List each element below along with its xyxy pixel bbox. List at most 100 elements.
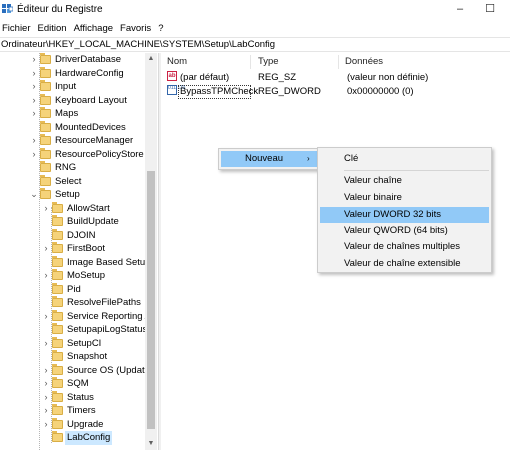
menu-item-label: Valeur binaire xyxy=(344,192,402,203)
tree-item-label: ResourcePolicyStore xyxy=(55,148,144,160)
tree-item-source-os[interactable]: › Source OS (Update xyxy=(0,363,150,378)
tree-item-labconfig[interactable]: LabConfig xyxy=(0,431,146,445)
expand-arrow-icon[interactable]: › xyxy=(42,310,50,324)
column-separator[interactable] xyxy=(250,55,251,69)
maximize-button[interactable]: ☐ xyxy=(480,1,500,17)
column-header-name[interactable]: Nom xyxy=(167,55,187,69)
expand-arrow-icon[interactable]: › xyxy=(30,53,38,67)
expand-arrow-icon[interactable]: › xyxy=(42,202,50,216)
tree-item-mosetup[interactable]: › MoSetup xyxy=(0,269,146,283)
tree-item-firstboot[interactable]: › FirstBoot xyxy=(0,242,146,256)
tree-item-resourcemanager[interactable]: › ResourceManager xyxy=(0,134,146,148)
tree-item-sqm[interactable]: › SQM xyxy=(0,377,146,391)
tree-scrollbar[interactable]: ▲ ▼ xyxy=(145,53,157,450)
tree-item-resourcepolicystore[interactable]: › ResourcePolicyStore xyxy=(0,147,146,162)
tree-item-pid[interactable]: Pid xyxy=(0,282,146,297)
expand-arrow-icon[interactable]: › xyxy=(30,134,38,148)
value-name: (par défaut) xyxy=(180,72,230,83)
tree-item-snapshot[interactable]: Snapshot xyxy=(0,350,146,364)
tree-item-label: Status xyxy=(67,391,94,403)
folder-icon xyxy=(40,107,51,118)
menu-edition[interactable]: Edition xyxy=(36,21,72,36)
tree-item-service-reporting[interactable]: › Service Reporting A xyxy=(0,309,151,324)
value-type: REG_SZ xyxy=(258,72,297,83)
tree-item-resolvefilepaths[interactable]: ResolveFilePaths xyxy=(0,296,146,310)
menu-help[interactable]: ? xyxy=(156,21,168,36)
folder-icon xyxy=(40,134,51,145)
menu-item-valeur-chaine-extensible[interactable]: Valeur de chaîne extensible xyxy=(318,256,491,272)
tree-item-timers[interactable]: › Timers xyxy=(0,404,146,418)
expand-arrow-icon[interactable]: › xyxy=(42,391,50,405)
expand-arrow-icon[interactable]: › xyxy=(30,148,38,162)
folder-icon xyxy=(52,377,63,388)
menu-item-label: Valeur de chaîne extensible xyxy=(344,258,461,269)
expand-arrow-icon[interactable]: › xyxy=(42,269,50,283)
menu-item-cle[interactable]: Clé xyxy=(318,151,491,167)
tree-item-image-based-setup[interactable]: Image Based Setup xyxy=(0,255,150,270)
tree-item-driverdatabase[interactable]: › DriverDatabase xyxy=(0,53,146,67)
menu-item-valeur-chaines-multiples[interactable]: Valeur de chaînes multiples xyxy=(318,239,491,255)
expand-arrow-icon[interactable]: › xyxy=(30,67,38,81)
tree-item-label: Maps xyxy=(55,108,79,119)
menu-item-label: Valeur de chaînes multiples xyxy=(344,241,460,252)
minimize-button[interactable]: – xyxy=(450,1,470,17)
expand-arrow-icon[interactable]: › xyxy=(42,337,50,351)
menu-affichage[interactable]: Affichage xyxy=(72,21,118,36)
tree-item-label: Setup xyxy=(55,189,80,200)
menu-separator xyxy=(344,170,489,171)
tree-item-status[interactable]: › Status xyxy=(0,390,146,405)
menu-item-label: Valeur DWORD 32 bits xyxy=(344,209,441,220)
tree-item-upgrade[interactable]: › Upgrade xyxy=(0,417,146,432)
folder-icon xyxy=(52,296,63,307)
folder-icon xyxy=(40,53,51,64)
folder-icon xyxy=(52,431,63,442)
tree-item-label: AllowStart xyxy=(67,202,110,214)
tree-item-select[interactable]: Select xyxy=(0,174,146,189)
column-separator[interactable] xyxy=(338,55,339,69)
expand-arrow-icon[interactable]: › xyxy=(42,404,50,418)
expand-arrow-icon[interactable]: › xyxy=(30,107,38,121)
menu-item-valeur-binaire[interactable]: Valeur binaire xyxy=(318,190,491,206)
scroll-down-icon[interactable]: ▼ xyxy=(145,438,157,450)
tree-item-label: Keyboard Layout xyxy=(55,94,127,106)
address-bar[interactable]: Ordinateur\HKEY_LOCAL_MACHINE\SYSTEM\Set… xyxy=(0,37,510,52)
tree-item-input[interactable]: › Input xyxy=(0,80,146,94)
column-header-data[interactable]: Données xyxy=(345,55,383,69)
value-row[interactable]: ab (par défaut) REG_SZ (valeur non défin… xyxy=(161,71,510,85)
new-submenu: Clé Valeur chaîne Valeur binaire Valeur … xyxy=(317,147,492,273)
menu-bar: Fichier Edition Affichage Favoris ? xyxy=(0,21,168,36)
dword-value-icon: 011 110 xyxy=(167,85,185,95)
tree-item-setupapilogstatus[interactable]: SetupapiLogStatus xyxy=(0,323,147,337)
expand-arrow-icon[interactable]: › xyxy=(42,242,50,256)
folder-icon xyxy=(40,174,51,186)
scroll-up-icon[interactable]: ▲ xyxy=(145,53,157,65)
column-header-type[interactable]: Type xyxy=(258,55,279,69)
expand-arrow-icon[interactable]: › xyxy=(42,364,50,378)
menu-item-valeur-chaine[interactable]: Valeur chaîne xyxy=(318,173,491,189)
expand-arrow-icon[interactable]: › xyxy=(42,418,50,432)
tree-item-mounteddevices[interactable]: MountedDevices xyxy=(0,120,146,135)
collapse-arrow-icon[interactable]: ⌄ xyxy=(30,188,38,202)
tree-item-setupci[interactable]: › SetupCI xyxy=(0,336,146,351)
tree-item-buildupdate[interactable]: BuildUpdate xyxy=(0,215,146,229)
expand-arrow-icon[interactable]: › xyxy=(42,377,50,391)
expand-arrow-icon[interactable]: › xyxy=(30,80,38,94)
tree-item-label: MoSetup xyxy=(67,270,106,281)
tree-item-rng[interactable]: RNG xyxy=(0,161,146,175)
tree-item-djoin[interactable]: DJOIN xyxy=(0,228,146,243)
tree-item-maps[interactable]: › Maps xyxy=(0,107,146,121)
tree-item-hardwareconfig[interactable]: › HardwareConfig xyxy=(0,66,146,81)
tree-item-keyboard-layout[interactable]: › Keyboard Layout xyxy=(0,93,146,108)
menu-fichier[interactable]: Fichier xyxy=(0,21,36,36)
expand-arrow-icon[interactable]: › xyxy=(30,94,38,108)
folder-icon xyxy=(52,269,63,280)
scrollbar-thumb[interactable] xyxy=(147,171,155,429)
tree-item-label: Snapshot xyxy=(67,351,108,362)
tree-item-allowstart[interactable]: › AllowStart xyxy=(0,201,146,216)
tree-item-label: Service Reporting A xyxy=(67,310,151,322)
menu-item-valeur-qword[interactable]: Valeur QWORD (64 bits) xyxy=(318,223,491,239)
menu-item-valeur-dword[interactable]: Valeur DWORD 32 bits xyxy=(320,207,489,223)
tree-item-label: Timers xyxy=(67,405,96,416)
tree-item-setup[interactable]: ⌄ Setup xyxy=(0,188,146,202)
menu-favoris[interactable]: Favoris xyxy=(118,21,156,36)
